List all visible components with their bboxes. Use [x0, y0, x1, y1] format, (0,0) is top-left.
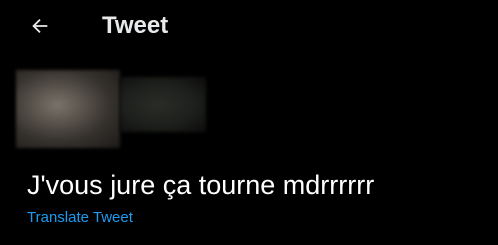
header: Tweet: [0, 0, 498, 52]
back-button[interactable]: [26, 12, 54, 40]
arrow-left-icon: [32, 18, 48, 34]
author-name-blurred[interactable]: [120, 77, 206, 132]
tweet-text: J'vous jure ça tourne mdrrrrrr: [27, 170, 375, 200]
page-title: Tweet: [102, 12, 169, 39]
avatar[interactable]: [16, 70, 120, 148]
translate-tweet-link[interactable]: Translate Tweet: [27, 208, 133, 228]
